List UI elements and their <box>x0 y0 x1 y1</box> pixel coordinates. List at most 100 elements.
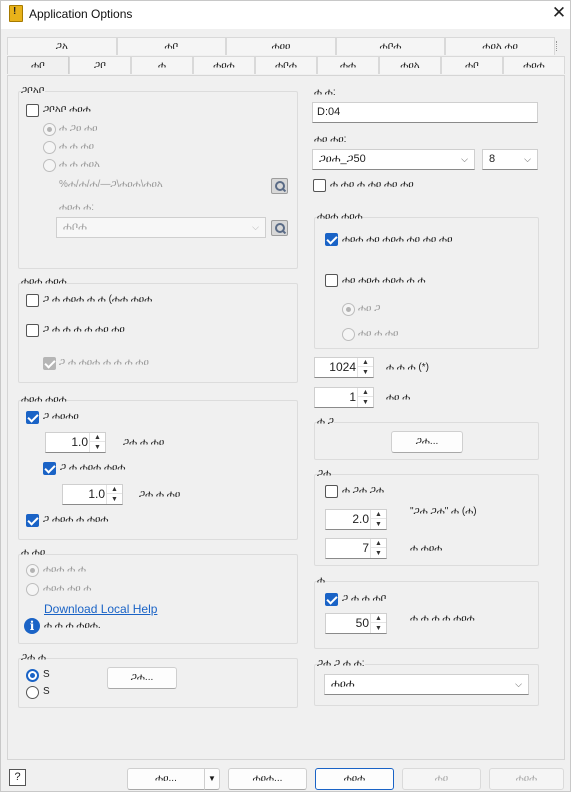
left-group-5-radio-2[interactable] <box>26 686 39 699</box>
right-spin-b[interactable]: 1 ▲ ▼ <box>314 387 374 408</box>
right-group-c-spin-2-label: ሐ ሐዐሐ <box>410 543 443 554</box>
right-group-a-check-1-label: ሐዐሐ ሐዐ ሐዐሐ ሐዐ ሐዐ ሐዐ <box>342 234 453 245</box>
right-group-c-spin-2[interactable]: 7 ▲ ▼ <box>325 538 387 559</box>
left-group-4-radio-1[interactable] <box>26 564 39 577</box>
right-group-d-check-label: ጋ ሐ ሐ ሐቦ <box>342 593 387 604</box>
ok-button[interactable]: ሐዐሐ <box>315 768 394 790</box>
right-group-c-spin-1-value: 2.0 <box>352 512 369 526</box>
right-group-a-radio-2-label: ሐዐ ሐ ሐዐ <box>358 328 399 339</box>
browse-folder-icon-2[interactable] <box>271 220 288 236</box>
right-font-combo[interactable]: ጋዐሐ_ጋ50 ⌵ <box>312 149 475 170</box>
tab-row1-2[interactable]: ሐቦ <box>116 37 227 55</box>
left-group-1-radio-2-label: ሐ ሐ ሐዐ <box>59 141 95 152</box>
right-group-a-check-2-label: ሐዐ ሐዐሐ ሐዐሐ ሐ ሐ <box>342 275 426 286</box>
right-spin-a[interactable]: 1024 ▲ ▼ <box>314 357 374 378</box>
browse-folder-icon-1[interactable] <box>271 178 288 194</box>
tab-row2-2[interactable]: ጋቦ <box>69 56 131 74</box>
left-path-display: %ሐ/ሐ/ሐ/—ጋ\ሐዐሐ\ሐዐአ <box>59 179 163 190</box>
left-spin-2[interactable]: 1.0 ▲ ▼ <box>62 484 123 505</box>
spin-down-icon[interactable]: ▼ <box>90 443 105 452</box>
tab-row2-3[interactable]: ሐ <box>131 56 193 74</box>
right-size-combo-value: 8 <box>489 153 496 165</box>
spin-up-icon[interactable]: ▲ <box>371 539 386 548</box>
options-dialog: ! Application Options ✕ ጋአ ሐቦ ሐዐዐ ሐቦሐ ሐዐ… <box>0 0 571 792</box>
right-spin-a-label: ሐ ሐ ሐ (*) <box>386 362 429 373</box>
left-group-3-check-3[interactable] <box>26 514 39 527</box>
left-group-1-radio-1[interactable] <box>43 123 56 136</box>
spin-up-icon[interactable]: ▲ <box>371 614 386 623</box>
spin-down-icon[interactable]: ▼ <box>107 495 122 504</box>
footer-button-1[interactable]: ሐዐ... <box>127 768 205 790</box>
right-group-d-checkbox[interactable] <box>325 593 338 606</box>
app-warning-icon: ! <box>9 5 23 22</box>
spin-up-icon[interactable]: ▲ <box>371 510 386 519</box>
right-font-check-label: ሐ ሐዐ ሐ ሐዐ ሐዐ ሐዐ <box>330 179 414 190</box>
left-group-1-combo[interactable]: ሐቦሐ ⌵ <box>56 217 266 238</box>
right-group-c-spin-1[interactable]: 2.0 ▲ ▼ <box>325 509 387 530</box>
right-group-d-spin[interactable]: 50 ▲ ▼ <box>325 613 387 634</box>
spin-up-icon[interactable]: ▲ <box>90 433 105 442</box>
spin-down-icon[interactable]: ▼ <box>371 624 386 633</box>
right-group-a-label: ሐዐሐ ሐዐሐ <box>317 211 363 222</box>
tab-row2-7[interactable]: ሐዐአ <box>379 56 441 74</box>
left-group-1-checkbox[interactable] <box>26 104 39 117</box>
left-group-2-check-3[interactable] <box>43 357 56 370</box>
right-group-a-radio-1[interactable] <box>342 303 355 316</box>
footer-button-2[interactable]: ሐዐሐ... <box>228 768 307 790</box>
left-group-3-check-2-label: ጋ ሐ ሐዐሐ ሐዐሐ <box>60 462 126 473</box>
tab-row1-5[interactable]: ሐዐአ ሐዐ <box>445 37 555 55</box>
tab-row1-4[interactable]: ሐቦሐ <box>335 37 446 55</box>
spin-down-icon[interactable]: ▼ <box>371 520 386 529</box>
left-group-2-check-1-label: ጋ ሐ ሐዐሐ ሐ ሐ (ሐሐ ሐዐሐ <box>43 294 153 305</box>
close-icon[interactable]: ✕ <box>549 3 569 23</box>
left-group-2-check-1[interactable] <box>26 294 39 307</box>
apply-button[interactable]: ሐዐሐ <box>489 768 564 790</box>
left-group-2-check-2[interactable] <box>26 324 39 337</box>
tab-row2-1-active[interactable]: ሐቦ <box>7 56 69 74</box>
tab-row2-9[interactable]: ሐዐሐ <box>503 56 565 74</box>
left-group-3-check-2[interactable] <box>43 462 56 475</box>
cancel-button[interactable]: ሐዐ <box>402 768 481 790</box>
tab-row2-6[interactable]: ሐሐ <box>317 56 379 74</box>
left-group-1-radio-2[interactable] <box>43 141 56 154</box>
spin-down-icon[interactable]: ▼ <box>358 398 373 407</box>
tab-row1-3[interactable]: ሐዐዐ <box>226 37 336 55</box>
tab-row2-5[interactable]: ሐቦሐ <box>255 56 317 74</box>
left-group-1-radio-3[interactable] <box>43 159 56 172</box>
tab-row1-1[interactable]: ጋአ <box>7 37 117 55</box>
left-group-5-radio-1[interactable] <box>26 669 39 682</box>
spin-up-icon[interactable]: ▲ <box>358 388 373 397</box>
tab-row2-4[interactable]: ሐዐሐ <box>193 56 255 74</box>
left-group-5-button[interactable]: ጋሐ... <box>107 667 177 689</box>
right-group-c-label: ጋሐ <box>317 468 332 479</box>
left-group-3-check-1[interactable] <box>26 411 39 424</box>
left-group-3-check-1-label: ጋ ሐዐሐዐ <box>43 411 79 422</box>
right-font-combo-value: ጋዐሐ_ጋ50 <box>319 153 366 165</box>
spin-up-icon[interactable]: ▲ <box>358 358 373 367</box>
right-bottom-combo[interactable]: ሐዐሐ ⌵ <box>324 674 529 695</box>
right-bottom-label: ጋሐ ጋ ሐ ሐ: <box>317 658 365 669</box>
dropdown-arrow-icon[interactable]: ▼ <box>204 768 220 790</box>
right-group-b-button[interactable]: ጋሐ... <box>391 431 463 453</box>
right-group-b-label: ሐ ጋ <box>317 416 334 427</box>
download-local-help-link[interactable]: Download Local Help <box>44 602 157 616</box>
right-size-combo[interactable]: 8 ⌵ <box>482 149 538 170</box>
spin-down-icon[interactable]: ▼ <box>358 368 373 377</box>
help-icon[interactable]: ? <box>9 769 26 786</box>
right-group-a-check-1[interactable] <box>325 233 338 246</box>
left-spin-1[interactable]: 1.0 ▲ ▼ <box>45 432 106 453</box>
right-font-checkbox[interactable] <box>313 179 326 192</box>
left-spin-1-label: ጋሐ ሐ ሐዐ <box>123 437 165 448</box>
left-spin-1-arrows: ▲ ▼ <box>89 433 105 452</box>
tab-row2-8[interactable]: ሐቦ <box>441 56 503 74</box>
spin-down-icon[interactable]: ▼ <box>371 549 386 558</box>
spin-up-icon[interactable]: ▲ <box>107 485 122 494</box>
right-group-a-check-2[interactable] <box>325 274 338 287</box>
right-group-c-checkbox[interactable] <box>325 485 338 498</box>
right-field-1-input[interactable]: D:04 <box>312 102 538 123</box>
left-group-4-radio-2[interactable] <box>26 583 39 596</box>
right-spin-b-value: 1 <box>349 390 356 404</box>
left-group-1-check-label: ጋቦአቦ ሐዐሐ <box>43 104 91 115</box>
info-icon: i <box>24 618 40 634</box>
right-group-a-radio-2[interactable] <box>342 328 355 341</box>
